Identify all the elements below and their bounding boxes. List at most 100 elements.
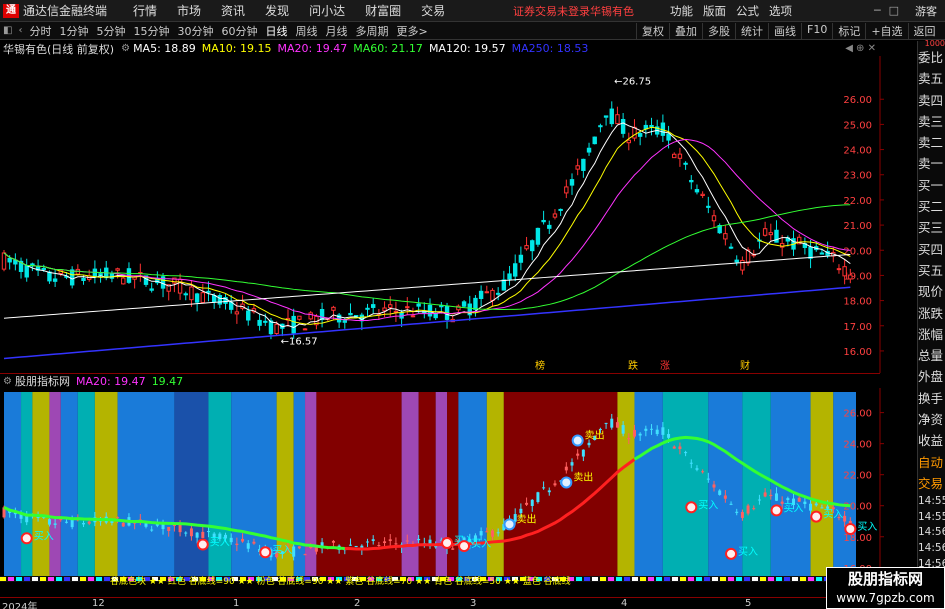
candle-body [507, 273, 512, 280]
candle-body [644, 428, 648, 431]
candle-body [627, 437, 631, 440]
side-panel-label: 外盘 [918, 369, 944, 385]
candle-body [706, 478, 710, 480]
legend-swatch [0, 577, 6, 581]
period-daily[interactable]: 日线 [261, 23, 291, 39]
menu-item-trade[interactable]: 交易 [411, 2, 455, 19]
candle-body [206, 531, 210, 533]
menu-item-formula[interactable]: 公式 [731, 3, 764, 19]
draw-button[interactable]: 画线 [768, 22, 801, 39]
login-status[interactable]: 证券交易未登录 [513, 3, 590, 19]
period-monthly[interactable]: 月线 [321, 23, 351, 39]
indicator-settings-icon[interactable]: ⚙ [0, 376, 15, 387]
menu-item-news[interactable]: 资讯 [211, 2, 255, 19]
buy-label: 买入 [857, 521, 877, 533]
menu-item-options[interactable]: 选项 [764, 3, 797, 19]
candle-body [383, 541, 387, 544]
menu-item-quotes[interactable]: 行情 [123, 2, 167, 19]
chart-controls[interactable]: ◀ ⊕ ✕ [845, 43, 876, 54]
toolbar-right: 复权 叠加 多股 统计 画线 F10 标记 +自选 返回 [636, 22, 941, 39]
candle-body [728, 246, 734, 249]
candle-body [354, 545, 358, 548]
multi-stock-button[interactable]: 多股 [702, 22, 735, 39]
settings-icon[interactable]: ⚙ [118, 43, 133, 54]
candle-body [684, 452, 688, 454]
menu-item-function[interactable]: 功能 [665, 3, 698, 19]
menu-item-discover[interactable]: 发现 [255, 2, 299, 19]
legend-swatch [584, 577, 590, 581]
candle-body [536, 492, 540, 503]
legend-swatch [624, 577, 630, 581]
candle-body [410, 315, 416, 318]
candle-body [246, 310, 251, 321]
candle-body [427, 304, 433, 317]
period-30min[interactable]: 30分钟 [173, 23, 217, 39]
regime-band [60, 392, 78, 578]
candle-body [405, 540, 409, 542]
add-watchlist-button[interactable]: +自选 [865, 22, 907, 39]
main-kline-chart[interactable]: 26.0025.0024.0023.0022.0021.0020.0019.00… [0, 56, 917, 373]
ma5-value: MA5: 18.89 [133, 42, 196, 55]
candle-body [451, 548, 455, 550]
candle-body [52, 278, 58, 282]
candle-body [485, 531, 489, 533]
date-label: 12 [92, 598, 105, 609]
prev-icon[interactable]: ‹ [15, 25, 25, 36]
candle-body [701, 471, 705, 473]
legend-swatch [16, 577, 22, 581]
y-tick-label: 24.00 [843, 146, 872, 157]
buy-label: 买入 [34, 530, 54, 542]
candle-body [524, 245, 529, 250]
menu-item-market[interactable]: 市场 [167, 2, 211, 19]
candle-body [797, 497, 801, 502]
candle-body [541, 219, 546, 223]
candle-body [746, 505, 750, 514]
return-button[interactable]: 返回 [907, 22, 941, 39]
candle-body [417, 538, 421, 541]
legend-swatch [40, 577, 46, 581]
candle-body [706, 205, 711, 208]
guest-user[interactable]: 游客 [915, 3, 937, 19]
period-weekly[interactable]: 周线 [291, 23, 321, 39]
period-5min[interactable]: 5分钟 [92, 23, 129, 39]
back-icon[interactable]: ◧ [0, 25, 15, 36]
app-title: 通达信金融终端 [23, 4, 108, 18]
stats-button[interactable]: 统计 [735, 22, 768, 39]
period-1min[interactable]: 1分钟 [55, 23, 92, 39]
legend-swatch [744, 577, 750, 581]
mark-button[interactable]: 标记 [832, 22, 865, 39]
f10-button[interactable]: F10 [801, 22, 832, 39]
candle-body [553, 483, 557, 486]
maximize-icon[interactable]: □ [889, 4, 899, 17]
candle-body [547, 224, 552, 229]
period-60min[interactable]: 60分钟 [217, 23, 261, 39]
minimize-icon[interactable]: ─ [874, 4, 881, 17]
indicator-chart[interactable]: 26.0024.0022.0020.0018.0016.00买入买入买入买入买入… [0, 388, 917, 597]
buy-label: 买入 [272, 544, 292, 556]
legend-swatch [680, 577, 686, 581]
side-panel-label[interactable]: 交易 [918, 473, 945, 494]
menu-item-ask[interactable]: 问小达 [299, 2, 355, 19]
side-panel-label: 卖一 [918, 156, 944, 172]
date-label: 5 [745, 598, 752, 609]
candle-body [263, 320, 268, 323]
candle-body [525, 502, 529, 505]
candle-body [518, 254, 524, 263]
legend-swatch [792, 577, 798, 581]
overlay-button[interactable]: 叠加 [669, 22, 702, 39]
indicator-title[interactable]: 股朋指标网 [15, 373, 70, 389]
period-15min[interactable]: 15分钟 [129, 23, 173, 39]
candle-body [252, 541, 256, 544]
period-more[interactable]: 更多> [392, 23, 431, 39]
candle-body [388, 304, 393, 308]
side-panel-label: 总量 [918, 348, 944, 364]
period-multi[interactable]: 多周期 [351, 23, 392, 39]
candle-body [570, 462, 574, 466]
side-panel-label[interactable]: 自动 [918, 452, 945, 473]
menu-item-layout[interactable]: 版面 [698, 3, 731, 19]
menu-item-wealth[interactable]: 财富圈 [355, 2, 411, 19]
adjust-button[interactable]: 复权 [636, 22, 669, 39]
candle-body [47, 519, 51, 525]
period-intraday[interactable]: 分时 [25, 23, 55, 39]
buy-label: 买入 [783, 502, 803, 514]
